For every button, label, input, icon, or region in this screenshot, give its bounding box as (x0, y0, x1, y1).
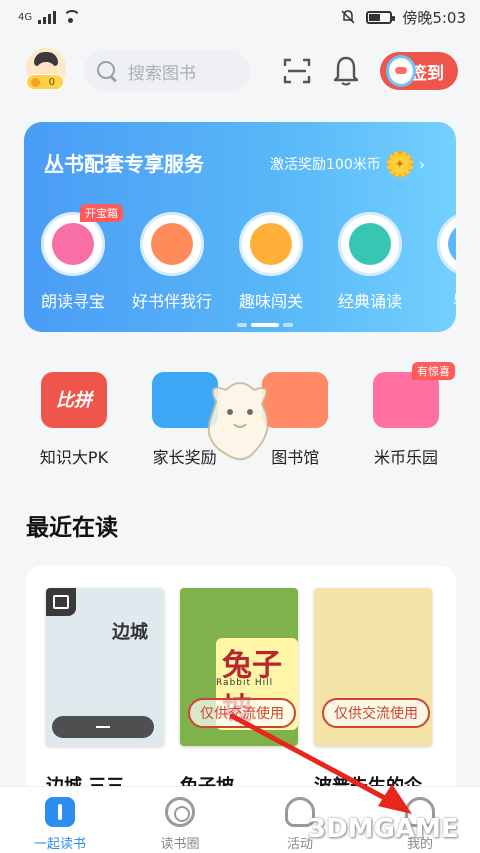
service-item[interactable]: 导读 (436, 212, 456, 312)
banner-title: 丛书配套专享服务 (44, 152, 204, 176)
mascot-icon (207, 382, 269, 461)
reading-book-icon (46, 588, 76, 616)
network-label: 4G (18, 11, 33, 23)
service-item[interactable]: 趣味闯关 (238, 212, 304, 312)
service-illustration (151, 223, 193, 265)
service-list: 朗读寻宝 开宝箱好书伴我行 趣味闯关 经典诵读 导读 (40, 204, 456, 312)
header: 0 搜索图书 签到 (0, 44, 480, 100)
service-label: 好书伴我行 (132, 292, 213, 311)
search-input[interactable]: 搜索图书 (84, 50, 250, 92)
quick-entry-icon (372, 372, 439, 428)
quick-entry-icon: 比拼 (41, 372, 107, 428)
tab-item[interactable]: 读书圈 (120, 787, 240, 853)
service-item[interactable]: 经典诵读 (337, 212, 403, 312)
quick-entry-icon-text: 比拼 (56, 390, 92, 411)
search-placeholder: 搜索图书 (128, 63, 196, 84)
wifi-icon (62, 10, 82, 24)
quick-entry-label: 米币乐园 (373, 448, 438, 467)
book-cover: 边城 (46, 588, 164, 746)
signal-icon (38, 10, 57, 24)
series-service-banner: 丛书配套专享服务 激活奖励100米币 ✦ › 朗读寻宝 开宝箱好书伴我行 趣味闯关 经… (24, 122, 456, 332)
reading-progress-pill (52, 716, 154, 738)
quick-entry-label: 知识大PK (39, 448, 109, 467)
service-tag: 开宝箱 (80, 204, 123, 222)
cover-title: 边城 (112, 622, 148, 643)
circle-tab-icon (165, 797, 195, 827)
coin-icon: ✦ (386, 151, 413, 177)
service-label: 经典诵读 (337, 292, 402, 311)
status-time: 傍晚5:03 (402, 8, 466, 27)
tab-label: 读书圈 (160, 837, 200, 852)
tab-label: 一起读书 (33, 837, 86, 852)
pager-dot (283, 323, 293, 327)
chevron-right-icon: › (418, 154, 426, 174)
status-left: 4G (18, 10, 82, 24)
service-illustration (448, 223, 456, 265)
quick-entry[interactable]: 比拼知识大PK (24, 372, 124, 468)
service-label: 趣味闯关 (238, 292, 303, 311)
service-icon (338, 212, 402, 276)
signin-button[interactable]: 签到 (380, 52, 458, 90)
cover-subtitle: Rabbit Hill (216, 678, 274, 688)
coin-badge: 0 (26, 74, 64, 90)
battery-icon (366, 10, 396, 24)
activate-reward-label: 激活奖励100米币 (270, 157, 381, 173)
service-label: 导读 (453, 288, 456, 312)
service-item[interactable]: 好书伴我行 (132, 212, 212, 312)
service-illustration (250, 223, 292, 265)
pager-dot (237, 323, 247, 327)
book-item[interactable]: 边城边城 三三 (46, 588, 164, 798)
quick-entry-tag: 有惊喜 (411, 362, 455, 380)
activate-reward-link[interactable]: 激活奖励100米币 ✦ › (270, 151, 425, 177)
service-illustration (52, 223, 94, 265)
service-illustration (349, 223, 391, 265)
annotation-arrow (229, 713, 412, 814)
status-bar: 4G 傍晚5:03 (0, 0, 480, 34)
search-icon (96, 60, 118, 82)
service-icon (239, 212, 303, 276)
service-icon (437, 212, 456, 276)
watermark-logo: 3DMGAME (308, 814, 459, 844)
banner-pager (237, 323, 293, 327)
quick-entry[interactable]: 米币乐园 有惊喜 (356, 362, 456, 468)
status-right: 傍晚5:03 (340, 7, 466, 28)
service-icon (140, 212, 204, 276)
bird-icon (386, 55, 416, 87)
tab-item[interactable]: 一起读书 (0, 787, 120, 853)
scan-icon[interactable] (283, 57, 311, 85)
service-item[interactable]: 朗读寻宝 开宝箱 (40, 204, 123, 312)
pager-dot-active (251, 323, 279, 327)
mute-bell-icon (341, 10, 355, 24)
bell-icon[interactable] (331, 55, 361, 87)
recent-reading-title: 最近在读 (26, 515, 118, 541)
service-label: 朗读寻宝 (40, 292, 105, 311)
book-tab-icon (45, 797, 75, 827)
